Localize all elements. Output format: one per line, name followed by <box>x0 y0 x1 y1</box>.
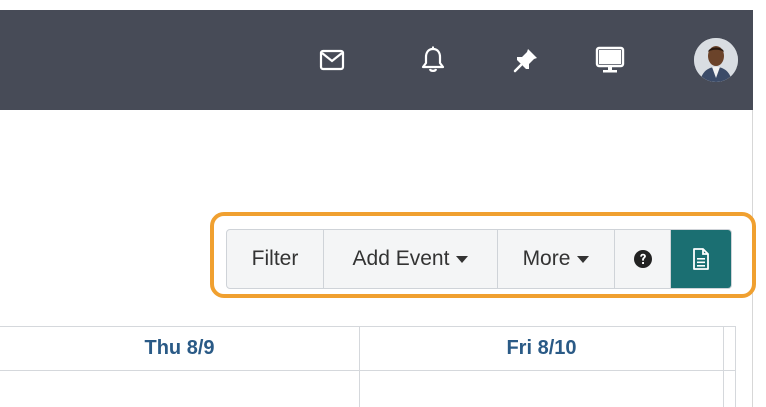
top-navigation-bar <box>0 10 753 110</box>
grid-line <box>723 326 724 407</box>
grid-line <box>735 326 736 407</box>
question-circle-icon <box>633 250 652 268</box>
help-button[interactable] <box>615 230 671 288</box>
day-header-label: Fri 8/10 <box>506 336 577 359</box>
add-event-button[interactable]: Add Event <box>324 230 498 288</box>
monitor-icon[interactable] <box>590 40 630 80</box>
day-header-label: Thu 8/9 <box>144 336 215 359</box>
bell-icon[interactable] <box>413 40 453 80</box>
caret-down-icon <box>456 255 469 263</box>
more-button[interactable]: More <box>498 230 615 288</box>
filter-button[interactable]: Filter <box>227 230 324 288</box>
more-button-label: More <box>522 247 571 270</box>
day-header-fri[interactable]: Fri 8/10 <box>360 326 723 370</box>
notes-button[interactable] <box>671 230 731 288</box>
avatar[interactable] <box>694 38 738 82</box>
grid-line <box>0 370 736 371</box>
calendar-toolbar: Filter Add Event More <box>226 229 732 289</box>
day-header-thu[interactable]: Thu 8/9 <box>0 326 359 370</box>
add-event-button-label: Add Event <box>352 247 450 270</box>
document-icon <box>693 248 709 270</box>
caret-down-icon <box>577 255 590 263</box>
pin-icon[interactable] <box>506 40 546 80</box>
mail-icon[interactable] <box>312 40 352 80</box>
filter-button-label: Filter <box>251 247 299 270</box>
